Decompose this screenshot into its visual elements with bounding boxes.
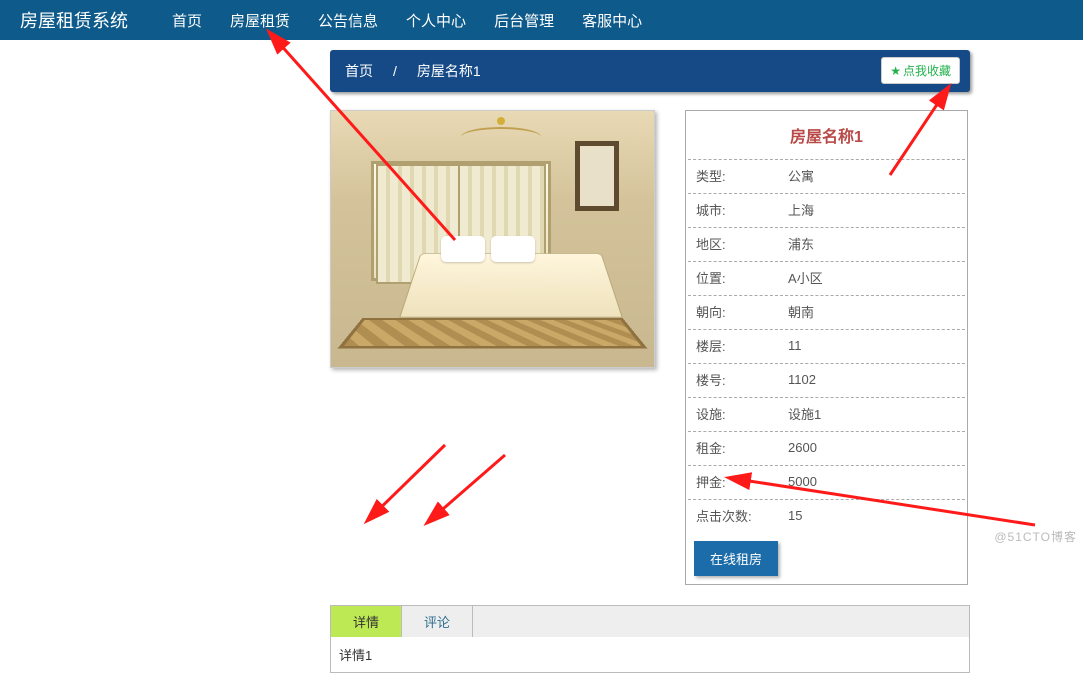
info-label: 租金: xyxy=(688,431,778,463)
table-row: 设施:设施1 xyxy=(688,397,965,429)
table-row: 押金:5000 xyxy=(688,465,965,497)
info-label: 设施: xyxy=(688,397,778,429)
nav-rental[interactable]: 房屋租赁 xyxy=(230,10,290,31)
house-photo xyxy=(330,110,655,368)
info-value: 2600 xyxy=(780,431,965,463)
brand-title: 房屋租赁系统 xyxy=(20,7,128,33)
info-value: 公寓 xyxy=(780,159,965,191)
house-title: 房屋名称1 xyxy=(686,111,967,157)
favorite-label: 点我收藏 xyxy=(903,62,951,79)
table-row: 类型:公寓 xyxy=(688,159,965,191)
breadcrumb-sep: / xyxy=(393,63,397,79)
info-label: 点击次数: xyxy=(688,499,778,531)
table-row: 楼层:11 xyxy=(688,329,965,361)
breadcrumb-current: 房屋名称1 xyxy=(417,61,481,81)
info-value: 15 xyxy=(780,499,965,531)
nav-home[interactable]: 首页 xyxy=(172,10,202,31)
tab-comment[interactable]: 评论 xyxy=(402,606,473,637)
info-label: 押金: xyxy=(688,465,778,497)
info-value: 上海 xyxy=(780,193,965,225)
detail-tabs: 详情 评论 详情1 xyxy=(330,605,970,673)
nav-notice[interactable]: 公告信息 xyxy=(318,10,378,31)
table-row: 位置:A小区 xyxy=(688,261,965,293)
tab-detail[interactable]: 详情 xyxy=(331,606,402,637)
table-row: 楼号:1102 xyxy=(688,363,965,395)
breadcrumb: 首页 / 房屋名称1 ★ 点我收藏 xyxy=(330,50,970,92)
info-value: 5000 xyxy=(780,465,965,497)
favorite-button[interactable]: ★ 点我收藏 xyxy=(881,57,960,84)
table-row: 点击次数:15 xyxy=(688,499,965,531)
info-label: 楼号: xyxy=(688,363,778,395)
info-value: 11 xyxy=(780,329,965,361)
info-label: 朝向: xyxy=(688,295,778,327)
info-table: 类型:公寓城市:上海地区:浦东位置:A小区朝向:朝南楼层:11楼号:1102设施… xyxy=(686,157,967,533)
info-value: 浦东 xyxy=(780,227,965,259)
table-row: 朝向:朝南 xyxy=(688,295,965,327)
watermark: @51CTO博客 xyxy=(994,528,1077,545)
info-label: 类型: xyxy=(688,159,778,191)
table-row: 地区:浦东 xyxy=(688,227,965,259)
star-icon: ★ xyxy=(890,64,901,78)
info-value: 设施1 xyxy=(780,397,965,429)
info-value: A小区 xyxy=(780,261,965,293)
top-nav: 房屋租赁系统 首页 房屋租赁 公告信息 个人中心 后台管理 客服中心 xyxy=(0,0,1083,40)
nav-admin[interactable]: 后台管理 xyxy=(494,10,554,31)
info-label: 位置: xyxy=(688,261,778,293)
info-value: 1102 xyxy=(780,363,965,395)
table-row: 城市:上海 xyxy=(688,193,965,225)
online-rent-button[interactable]: 在线租房 xyxy=(694,541,778,576)
house-info-panel: 房屋名称1 类型:公寓城市:上海地区:浦东位置:A小区朝向:朝南楼层:11楼号:… xyxy=(685,110,968,585)
info-label: 地区: xyxy=(688,227,778,259)
tab-body: 详情1 xyxy=(331,637,969,672)
nav-service[interactable]: 客服中心 xyxy=(582,10,642,31)
nav-personal[interactable]: 个人中心 xyxy=(406,10,466,31)
table-row: 租金:2600 xyxy=(688,431,965,463)
breadcrumb-home[interactable]: 首页 xyxy=(345,61,373,81)
info-value: 朝南 xyxy=(780,295,965,327)
info-label: 楼层: xyxy=(688,329,778,361)
info-label: 城市: xyxy=(688,193,778,225)
